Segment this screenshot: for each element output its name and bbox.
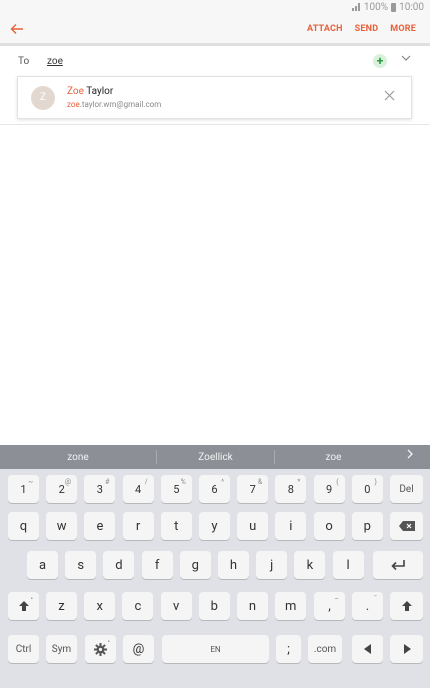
status-bar: 100% 10:00 <box>0 0 430 14</box>
prediction-bar: zone Zoellick zoe <box>0 445 430 469</box>
key-6[interactable]: 6 ^ <box>199 475 230 503</box>
name-match: Zoe <box>67 86 84 97</box>
space-key[interactable]: EN <box>162 635 269 663</box>
key-c[interactable]: c <box>122 592 154 620</box>
key-d[interactable]: d <box>103 551 135 579</box>
app-bar: ATTACH SEND MORE <box>0 14 430 46</box>
chevron-down-icon[interactable] <box>401 53 411 66</box>
key-at[interactable]: @ <box>123 635 154 663</box>
key-7[interactable]: 7 & <box>237 475 269 503</box>
send-button[interactable]: SEND <box>355 24 379 34</box>
key-f[interactable]: f <box>141 551 173 579</box>
arrow-right-key[interactable] <box>390 635 423 663</box>
close-icon[interactable] <box>384 89 395 105</box>
key-p[interactable]: p <box>351 512 383 540</box>
key-w[interactable]: w <box>46 512 78 540</box>
keyboard: zone Zoellick zoe 1 ~2 @3 #4/5% 6 ^ 7 & 8 * 9(0) De… <box>0 445 430 688</box>
clock: 10:00 <box>399 1 424 13</box>
divider <box>0 124 430 125</box>
key-g[interactable]: g <box>179 551 211 579</box>
battery-icon <box>391 2 397 12</box>
key-k[interactable]: k <box>294 551 326 579</box>
contact-suggestion[interactable]: Z Zoe Taylor zoe.taylor.wm@gmail.com <box>17 76 412 119</box>
key-1[interactable]: 1 ~ <box>8 475 39 503</box>
key-m[interactable]: m <box>275 592 307 620</box>
key-5[interactable]: 5% <box>160 475 192 503</box>
key-2[interactable]: 2 @ <box>46 475 78 503</box>
prediction-item[interactable]: zone <box>0 452 156 463</box>
suggestion-email: zoe.taylor.wm@gmail.com <box>67 100 161 109</box>
key-v[interactable]: v <box>160 592 192 620</box>
shift-key-right[interactable] <box>390 592 423 620</box>
recipient-row: To zoe + <box>0 49 430 75</box>
arrow-left-icon <box>363 644 371 654</box>
arrow-right-icon <box>403 644 411 654</box>
key-u[interactable]: u <box>237 512 269 540</box>
email-rest: .taylor.wm@gmail.com <box>79 100 162 109</box>
app-actions: ATTACH SEND MORE <box>307 24 416 34</box>
suggestion-name: Zoe Taylor <box>67 86 113 97</box>
key-comma[interactable]: , – <box>314 592 345 620</box>
add-contact-icon[interactable]: + <box>373 54 387 68</box>
key-semicolon[interactable]: ; <box>276 635 301 663</box>
key-period[interactable]: . ¯ <box>352 592 383 620</box>
more-button[interactable]: MORE <box>390 24 416 34</box>
backspace-key[interactable] <box>390 512 423 540</box>
key-i[interactable]: i <box>275 512 307 540</box>
key-h[interactable]: h <box>218 551 249 579</box>
chevron-right-icon[interactable] <box>406 449 414 462</box>
avatar: Z <box>31 86 55 110</box>
shift-icon <box>401 601 412 611</box>
shift-icon <box>18 601 29 611</box>
enter-key[interactable] <box>373 551 423 579</box>
to-label: To <box>18 56 30 67</box>
recipient-input[interactable]: zoe <box>47 56 63 67</box>
attach-button[interactable]: ATTACH <box>307 24 343 34</box>
key-a[interactable]: a <box>27 551 58 579</box>
key-e[interactable]: e <box>84 512 116 540</box>
key-b[interactable]: b <box>198 592 230 620</box>
back-arrow-icon[interactable] <box>10 22 26 38</box>
battery-percent: 100% <box>363 1 389 13</box>
ctrl-key[interactable]: Ctrl <box>8 635 39 663</box>
key-n[interactable]: n <box>237 592 268 620</box>
shift-key[interactable]: • <box>8 592 39 620</box>
key-z[interactable]: z <box>46 592 77 620</box>
dotcom-key[interactable]: .com <box>308 635 342 663</box>
key-8[interactable]: 8 * <box>275 475 307 503</box>
delete-key[interactable]: Del <box>390 475 423 503</box>
key-j[interactable]: j <box>256 551 288 579</box>
prediction-item[interactable]: zoe <box>275 452 392 463</box>
signal-icon <box>351 3 361 11</box>
key-s[interactable]: s <box>65 551 97 579</box>
name-rest: Taylor <box>83 86 114 97</box>
key-t[interactable]: t <box>160 512 192 540</box>
key-o[interactable]: o <box>313 512 345 540</box>
sym-key[interactable]: Sym <box>46 635 77 663</box>
key-9[interactable]: 9( <box>313 475 345 503</box>
settings-key[interactable]: • <box>85 635 116 663</box>
email-match: zoe <box>67 100 80 109</box>
key-l[interactable]: l <box>332 551 364 579</box>
arrow-left-key[interactable] <box>352 635 383 663</box>
key-0[interactable]: 0) <box>351 475 383 503</box>
key-x[interactable]: x <box>84 592 116 620</box>
key-q[interactable]: q <box>8 512 39 540</box>
key-3[interactable]: 3 # <box>84 475 116 503</box>
key-y[interactable]: y <box>199 512 230 540</box>
gear-icon <box>94 642 107 656</box>
key-r[interactable]: r <box>122 512 154 540</box>
key-4[interactable]: 4/ <box>122 475 154 503</box>
enter-icon <box>391 560 405 571</box>
prediction-item[interactable]: Zoellick <box>157 452 274 463</box>
backspace-icon <box>398 521 415 531</box>
